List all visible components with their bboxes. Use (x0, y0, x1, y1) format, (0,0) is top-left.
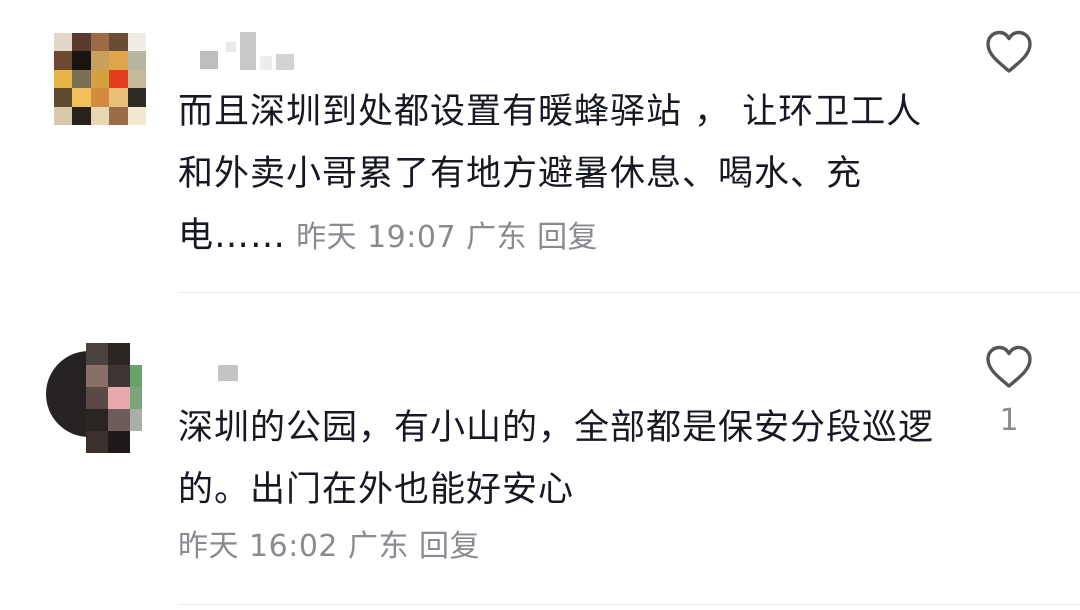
comment-meta: 昨天 19:07 广东 回复 (286, 220, 598, 255)
heart-outline-icon (986, 345, 1032, 388)
avatar[interactable] (54, 33, 146, 125)
heart-outline-icon (986, 30, 1032, 73)
comment-time: 昨天 19:07 (296, 220, 457, 255)
like-button[interactable]: 1 (984, 345, 1034, 438)
comment-time: 昨天 16:02 (178, 529, 338, 564)
username[interactable] (218, 365, 248, 395)
reply-button[interactable]: 回复 (537, 220, 598, 255)
comment-text: 而且深圳到处都设置有暖蜂驿站 ， 让环卫工人和外卖小哥累了有地方避暑休息、喝水、… (178, 81, 938, 269)
comment-body: 深圳的公园，有小山的，全部都是保安分段巡逻的。出门在外也能好安心 (178, 408, 935, 510)
avatar[interactable] (46, 343, 146, 453)
divider (178, 292, 1080, 293)
comment-location: 广东 (466, 220, 528, 255)
like-count: 1 (999, 403, 1019, 438)
comment-text: 深圳的公园，有小山的，全部都是保安分段巡逻的。出门在外也能好安心 (178, 397, 938, 521)
comment-meta: 昨天 16:02 广东 回复 (178, 527, 480, 567)
reply-button[interactable]: 回复 (419, 529, 480, 564)
username[interactable] (200, 32, 300, 70)
comment-item: 深圳的公园，有小山的，全部都是保安分段巡逻的。出门在外也能好安心 昨天 16:0… (0, 295, 1080, 610)
divider (178, 604, 1080, 605)
comment-item: 而且深圳到处都设置有暖蜂驿站 ， 让环卫工人和外卖小哥累了有地方避暑休息、喝水、… (0, 0, 1080, 295)
comment-location: 广东 (348, 529, 409, 564)
like-button[interactable] (984, 30, 1034, 88)
